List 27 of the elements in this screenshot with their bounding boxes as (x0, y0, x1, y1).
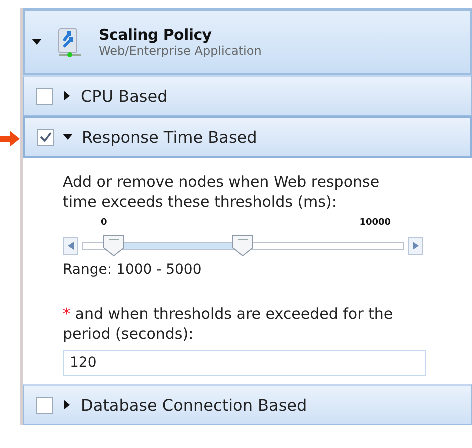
period-input[interactable]: 120 (63, 350, 426, 376)
section-header[interactable]: Response Time Based (23, 116, 472, 158)
section-label: CPU Based (81, 86, 168, 106)
left-arrow-icon (68, 242, 74, 250)
slider-track[interactable] (82, 235, 404, 257)
range-text: Range: 1000 - 5000 (63, 262, 203, 278)
panel-title: Scaling Policy (99, 26, 213, 44)
section-header[interactable]: Database Connection Based (23, 384, 472, 425)
right-arrow-icon (412, 242, 418, 250)
slider-min-label: 0 (101, 218, 108, 228)
slider-thumb[interactable] (232, 235, 254, 257)
panel-subtitle: Web/Enterprise Application (99, 44, 262, 58)
section-label: Database Connection Based (81, 396, 308, 414)
period-label: * and when thresholds are exceeded for the period (seconds): (63, 304, 394, 344)
panel-header[interactable]: Scaling Policy Web/Enterprise Application (23, 8, 472, 75)
scroll-right-button[interactable] (408, 237, 423, 255)
checkbox[interactable] (37, 128, 54, 146)
description-text: Add or remove nodes when Web response time exceeds these thresholds (ms): (63, 172, 381, 212)
collapse-icon[interactable] (31, 37, 43, 47)
scroll-left-button[interactable] (63, 237, 78, 255)
slider-thumb[interactable] (103, 235, 126, 257)
checkbox[interactable] (36, 88, 53, 104)
checkbox[interactable] (36, 396, 53, 414)
section-label: Response Time Based (82, 128, 258, 146)
section-header[interactable]: CPU Based (23, 75, 472, 116)
collapse-icon[interactable] (62, 132, 74, 142)
slider-max-label: 10000 (360, 218, 391, 228)
